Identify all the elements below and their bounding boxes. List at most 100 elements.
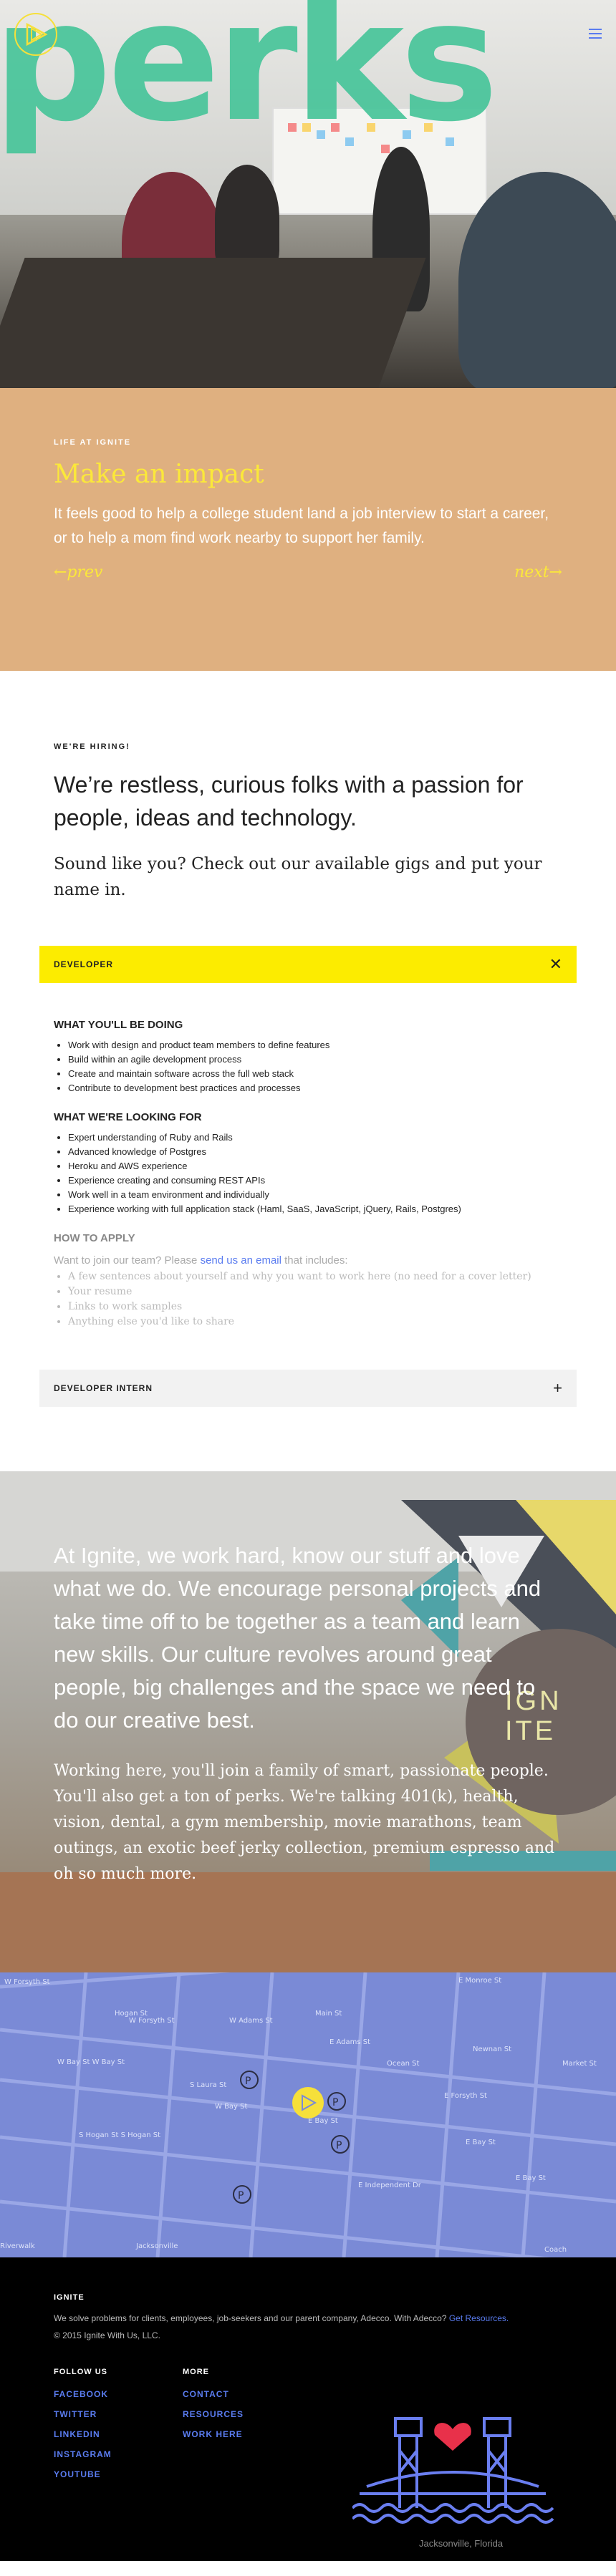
impact-section: LIFE AT IGNITE Make an impact It feels g… xyxy=(0,388,616,671)
more-column: MORE CONTACT RESOURCES WORK HERE xyxy=(183,2368,312,2489)
impact-body: It feels good to help a college student … xyxy=(54,505,549,546)
street-label: E Independent Dr xyxy=(358,2182,422,2189)
audience-figure xyxy=(215,165,279,272)
meeting-table xyxy=(0,258,426,388)
email-link[interactable]: send us an email xyxy=(201,1254,281,1267)
street-label: E Bay St xyxy=(308,2117,338,2125)
hiring-headline: We’re restless, curious folks with a pas… xyxy=(54,772,524,831)
job-accordion-developer-intern[interactable]: DEVELOPER INTERN + xyxy=(39,1370,577,1407)
doing-list: Work with design and product team member… xyxy=(68,1038,562,1095)
prev-link[interactable]: ←prev xyxy=(54,563,102,581)
looking-heading: WHAT WE'RE LOOKING FOR xyxy=(54,1111,202,1123)
street-label: Riverwalk xyxy=(0,2242,35,2250)
footer: IGNITE We solve problems for clients, em… xyxy=(0,2257,616,2561)
bridge-heart-icon xyxy=(352,2417,554,2524)
street-label: Market St xyxy=(562,2060,597,2068)
list-item: Heroku and AWS experience xyxy=(68,1159,562,1173)
follow-column: FOLLOW US FACEBOOK TWITTER LINKEDIN INST… xyxy=(54,2368,183,2489)
map-graphic: W Forsyth St E Monroe St W Adams St E Ad… xyxy=(0,1972,616,2257)
footer-blurb: We solve problems for clients, employees… xyxy=(54,2313,562,2323)
list-item: Create and maintain software across the … xyxy=(68,1067,562,1081)
culture-section: IGNITE At Ignite, we work hard, know our… xyxy=(0,1471,616,1972)
street-label: W Forsyth St xyxy=(129,2017,175,2025)
hero-title: perks xyxy=(0,0,499,158)
list-item: Expert understanding of Ruby and Rails xyxy=(68,1130,562,1145)
city-caption: Jacksonville, Florida xyxy=(419,2538,504,2549)
culture-paragraph: At Ignite, we work hard, know our stuff … xyxy=(54,1543,542,1733)
work-here-link[interactable]: WORK HERE xyxy=(183,2429,312,2439)
street-label: E Bay St xyxy=(516,2174,546,2182)
footer-brand: IGNITE xyxy=(54,2293,85,2302)
street-label: W Forsyth St xyxy=(4,1978,50,1986)
street-label: Newnan St xyxy=(473,2045,511,2053)
list-item: Build within an agile development proces… xyxy=(68,1052,562,1067)
close-icon[interactable]: ✕ xyxy=(549,955,562,974)
apply-list: A few sentences about yourself and why y… xyxy=(68,1269,562,1330)
youtube-link[interactable]: YOUTUBE xyxy=(54,2469,183,2479)
apply-intro-text: that includes: xyxy=(281,1254,348,1267)
street-label: E Adams St xyxy=(329,2038,370,2046)
location-map[interactable]: W Forsyth St E Monroe St W Adams St E Ad… xyxy=(0,1972,616,2257)
street-label: W Bay St xyxy=(215,2103,247,2111)
facebook-link[interactable]: FACEBOOK xyxy=(54,2389,183,2399)
list-item: A few sentences about yourself and why y… xyxy=(68,1269,562,1284)
copyright: © 2015 Ignite With Us, LLC. xyxy=(54,2330,160,2340)
get-resources-link[interactable]: Get Resources. xyxy=(449,2313,509,2323)
hiring-section: WE'RE HIRING! We’re restless, curious fo… xyxy=(0,671,616,1471)
impact-nav: ←prev next→ xyxy=(54,563,562,581)
impact-title: Make an impact xyxy=(54,460,264,489)
contact-link[interactable]: CONTACT xyxy=(183,2389,312,2399)
list-item: Advanced knowledge of Postgres xyxy=(68,1145,562,1159)
plus-icon[interactable]: + xyxy=(553,1379,562,1398)
list-item: Links to work samples xyxy=(68,1299,562,1314)
looking-list: Expert understanding of Ruby and Rails A… xyxy=(68,1130,562,1216)
hiring-eyebrow: WE'RE HIRING! xyxy=(54,742,130,751)
list-item: Work with design and product team member… xyxy=(68,1038,562,1052)
apply-intro-text: Want to join our team? Please xyxy=(54,1254,201,1267)
culture-perks-paragraph: Working here, you'll join a family of sm… xyxy=(54,1762,555,1883)
next-link[interactable]: next→ xyxy=(514,563,562,581)
parking-markers: P P P P xyxy=(233,2071,350,2204)
job-title: DEVELOPER INTERN xyxy=(54,1383,153,1393)
list-item: Experience working with full application… xyxy=(68,1202,562,1216)
street-label: E Bay St xyxy=(466,2139,496,2146)
list-item: Your resume xyxy=(68,1284,562,1299)
twitter-link[interactable]: TWITTER xyxy=(54,2409,183,2419)
culture-text: At Ignite, we work hard, know our stuff … xyxy=(54,1539,562,1887)
svg-text:P: P xyxy=(245,2076,251,2087)
svg-text:P: P xyxy=(336,2140,342,2151)
resources-link[interactable]: RESOURCES xyxy=(183,2409,312,2419)
job-accordion-developer[interactable]: DEVELOPER ✕ xyxy=(39,946,577,983)
street-label: Jacksonville xyxy=(135,2242,178,2250)
doing-heading: WHAT YOU'LL BE DOING xyxy=(54,1019,183,1031)
impact-eyebrow: LIFE AT IGNITE xyxy=(54,438,132,447)
street-label: S Hogan St S Hogan St xyxy=(79,2131,160,2139)
wood-floor xyxy=(0,1872,616,1972)
street-label: Main St xyxy=(315,2010,342,2018)
follow-heading: FOLLOW US xyxy=(54,2368,107,2376)
list-item: Anything else you'd like to share xyxy=(68,1314,562,1330)
street-label: W Adams St xyxy=(229,2017,273,2025)
street-label: E Forsyth St xyxy=(444,2092,487,2100)
list-item: Work well in a team environment and indi… xyxy=(68,1188,562,1202)
svg-text:P: P xyxy=(332,2097,338,2108)
apply-heading: HOW TO APPLY xyxy=(54,1232,135,1244)
job-details-developer: WHAT YOU'LL BE DOING Work with design an… xyxy=(39,983,577,1330)
street-label: Coach xyxy=(544,2246,567,2254)
linkedin-link[interactable]: LINKEDIN xyxy=(54,2429,183,2439)
list-item: Contribute to development best practices… xyxy=(68,1081,562,1095)
more-heading: MORE xyxy=(183,2368,209,2376)
footer-blurb-text: We solve problems for clients, employees… xyxy=(54,2313,449,2323)
street-label: Ocean St xyxy=(387,2060,420,2068)
ignite-logo[interactable] xyxy=(14,13,57,56)
instagram-link[interactable]: INSTAGRAM xyxy=(54,2449,183,2459)
hero-section: perks xyxy=(0,0,616,388)
menu-icon[interactable] xyxy=(589,29,602,42)
location-pin-icon xyxy=(292,2087,324,2119)
street-label: S Laura St xyxy=(190,2081,226,2089)
street-label: E Monroe St xyxy=(458,1977,501,1985)
job-title: DEVELOPER xyxy=(54,959,114,969)
logo-mark-icon xyxy=(26,22,48,47)
apply-intro: Want to join our team? Please send us an… xyxy=(54,1254,562,1267)
svg-text:P: P xyxy=(238,2190,244,2202)
